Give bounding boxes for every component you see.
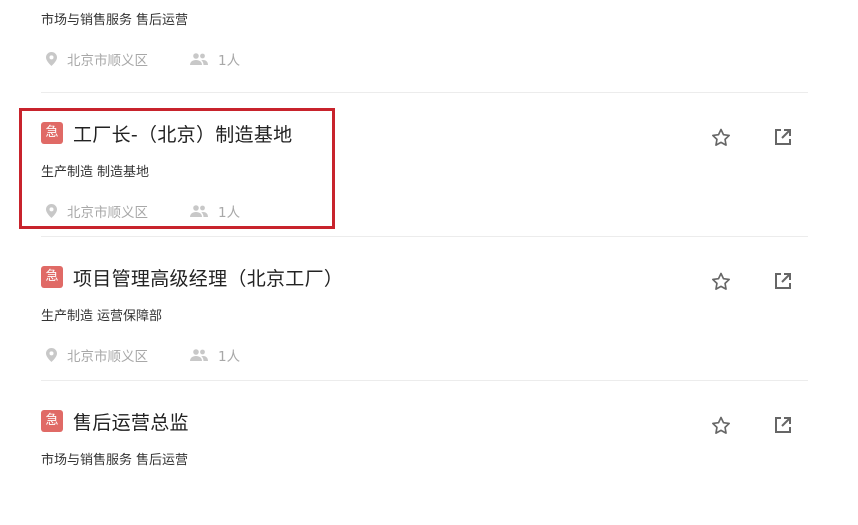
job-list: 急 市场与销售服务售后运营 北京市顺义区 1人 — [0, 0, 858, 485]
favorite-button[interactable] — [708, 268, 734, 294]
favorite-button[interactable] — [708, 124, 734, 150]
star-outline-icon — [711, 272, 731, 290]
headcount-value: 1人 — [218, 205, 241, 221]
job-category: 生产制造 — [41, 309, 94, 324]
job-location: 北京市顺义区 — [67, 349, 148, 365]
job-meta: 北京市顺义区 1人 — [46, 201, 240, 221]
job-item[interactable]: 急 市场与销售服务售后运营 北京市顺义区 1人 — [41, 0, 808, 93]
urgent-badge: 急 — [41, 122, 63, 144]
job-category: 生产制造 — [41, 165, 94, 180]
job-actions — [708, 268, 796, 294]
headcount-value: 1人 — [218, 53, 241, 69]
job-department: 制造基地 — [97, 165, 150, 180]
job-title[interactable]: 项目管理高级经理（北京工厂） — [73, 264, 343, 291]
job-actions — [708, 124, 796, 150]
favorite-button[interactable] — [708, 412, 734, 438]
job-department-line: 生产制造 制造基地 — [41, 161, 149, 180]
job-location: 北京市顺义区 — [67, 53, 148, 69]
job-department: 售后运营 — [136, 453, 189, 468]
headcount: 1人 — [190, 49, 240, 69]
people-icon — [190, 205, 208, 217]
share-button[interactable] — [770, 412, 796, 438]
job-location: 北京市顺义区 — [67, 205, 148, 221]
location-pin-icon — [46, 52, 57, 66]
job-category: 市场与销售服务 — [41, 13, 133, 28]
job-item[interactable]: 急 工厂长-（北京）制造基地 生产制造 制造基地 北京市顺义区 1人 — [41, 93, 808, 237]
share-button[interactable] — [770, 268, 796, 294]
job-meta: 北京市顺义区 1人 — [46, 345, 240, 365]
headcount: 1人 — [190, 345, 240, 365]
star-outline-icon — [711, 128, 731, 146]
headcount: 1人 — [190, 201, 240, 221]
location-pin-icon — [46, 348, 57, 362]
job-title-row: 急 项目管理高级经理（北京工厂） — [41, 264, 343, 290]
job-title-row: 急 工厂长-（北京）制造基地 — [41, 120, 292, 146]
location-pin-icon — [46, 204, 57, 218]
job-department-line: 市场与销售服务 售后运营 — [41, 449, 188, 468]
people-icon — [190, 53, 208, 65]
urgent-badge: 急 — [41, 410, 63, 432]
external-link-icon — [775, 129, 791, 145]
job-category: 市场与销售服务 — [41, 453, 133, 468]
job-actions — [708, 412, 796, 438]
share-button[interactable] — [770, 124, 796, 150]
job-department: 售后运营 — [136, 13, 189, 28]
people-icon — [190, 349, 208, 361]
urgent-badge: 急 — [41, 266, 63, 288]
external-link-icon — [775, 417, 791, 433]
star-outline-icon — [711, 416, 731, 434]
job-item[interactable]: 急 项目管理高级经理（北京工厂） 生产制造 运营保障部 北京市顺义区 1人 — [41, 237, 808, 381]
job-department-line: 生产制造 运营保障部 — [41, 305, 162, 324]
job-item[interactable]: 急 售后运营总监 市场与销售服务 售后运营 — [41, 381, 808, 525]
job-meta: 北京市顺义区 1人 — [46, 49, 240, 69]
external-link-icon — [775, 273, 791, 289]
job-title-row: 急 售后运营总监 — [41, 408, 189, 434]
job-title[interactable]: 工厂长-（北京）制造基地 — [73, 120, 292, 147]
headcount-value: 1人 — [218, 349, 241, 365]
job-department: 运营保障部 — [97, 309, 163, 324]
job-department-line: 市场与销售服务 售后运营 — [41, 9, 188, 28]
job-title[interactable]: 售后运营总监 — [73, 408, 189, 435]
